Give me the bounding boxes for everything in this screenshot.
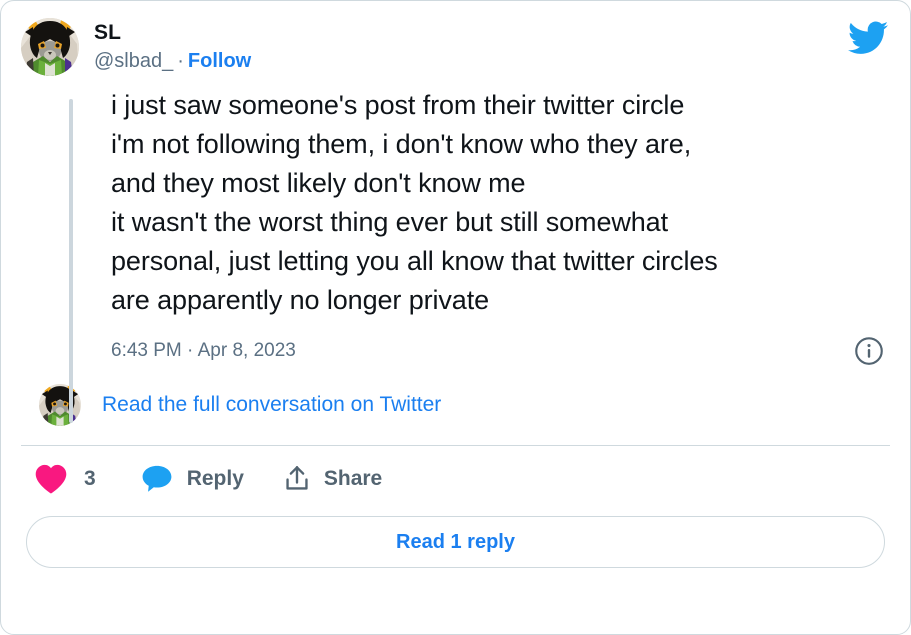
display-name: SL bbox=[94, 21, 122, 44]
reply-label: Reply bbox=[186, 467, 244, 490]
separator-dot: · bbox=[177, 49, 184, 72]
info-circle-icon[interactable] bbox=[854, 336, 884, 366]
read-replies-container: Read 1 reply bbox=[1, 496, 910, 568]
author-identity: SL @slbad_ · Follow bbox=[94, 18, 251, 73]
share-upload-icon bbox=[284, 464, 310, 494]
read-full-conversation-link[interactable]: Read the full conversation on Twitter bbox=[102, 393, 441, 417]
read-replies-button[interactable]: Read 1 reply bbox=[26, 516, 885, 568]
tweet-text: i just saw someone's post from their twi… bbox=[111, 90, 718, 315]
author-handle: @slbad_ bbox=[94, 49, 174, 72]
tweet-card: SL @slbad_ · Follow i just saw someone's p… bbox=[0, 0, 911, 635]
follow-button[interactable]: Follow bbox=[188, 50, 251, 72]
share-button[interactable]: Share bbox=[284, 464, 382, 494]
tweet-timestamp: 6:43 PM · Apr 8, 2023 bbox=[111, 340, 296, 361]
tweet-body: i just saw someone's post from their twi… bbox=[1, 76, 910, 320]
speech-bubble-icon bbox=[141, 463, 173, 495]
handle-row: @slbad_ · Follow bbox=[94, 49, 251, 73]
avatar[interactable] bbox=[21, 18, 79, 76]
action-bar: 3 Reply Share bbox=[1, 446, 910, 496]
like-count: 3 bbox=[84, 467, 96, 490]
reply-button[interactable]: Reply bbox=[141, 463, 244, 495]
like-button[interactable]: 3 bbox=[34, 462, 96, 496]
tweet-meta-row: 6:43 PM · Apr 8, 2023 bbox=[1, 320, 910, 366]
tweet-header: SL @slbad_ · Follow bbox=[1, 1, 910, 76]
twitter-bird-icon[interactable] bbox=[848, 21, 888, 55]
avatar-small[interactable] bbox=[39, 384, 81, 426]
share-label: Share bbox=[323, 467, 383, 490]
conversation-link-row: Read the full conversation on Twitter bbox=[1, 366, 910, 426]
thread-connector-line bbox=[69, 99, 73, 423]
heart-icon bbox=[34, 462, 68, 496]
